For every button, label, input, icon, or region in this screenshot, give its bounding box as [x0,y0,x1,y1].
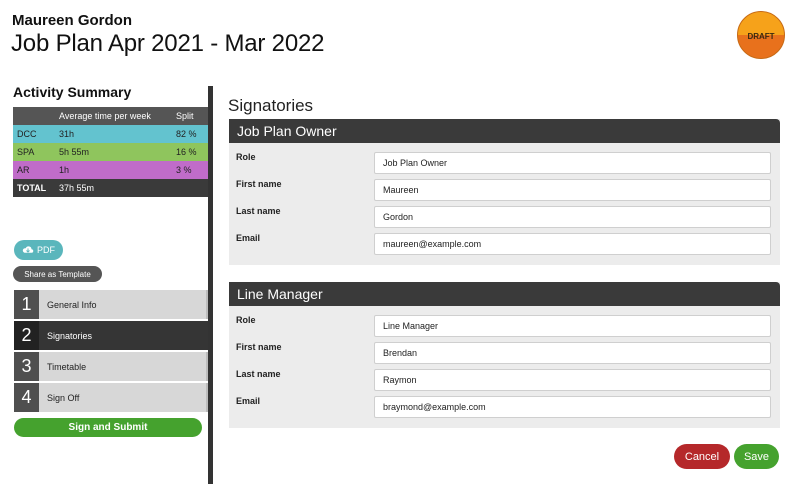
field-label: Email [236,396,261,406]
activity-summary-table: Average time per week Split DCC 31h 82 %… [13,107,208,197]
sign-and-submit-button[interactable]: Sign and Submit [14,418,202,437]
step-label: Signatories [47,330,93,341]
summary-total-split [172,179,208,197]
summary-col-split: Split [172,107,208,125]
field-label: Role [236,315,256,325]
step-general-info[interactable]: 1 General Info [14,290,209,319]
step-number: 2 [14,321,39,350]
owner-name: Maureen Gordon [12,12,133,29]
pdf-button[interactable]: PDF [14,240,63,260]
save-button[interactable]: Save [734,444,779,469]
field-label: Last name [236,206,281,216]
step-timetable[interactable]: 3 Timetable [14,352,209,381]
summary-split: 16 % [172,143,208,161]
field-label: Email [236,233,261,243]
summary-col-time: Average time per week [55,107,172,125]
owner-role-row: Role [229,152,780,174]
owner-role-input[interactable] [374,152,771,174]
summary-row-total: TOTAL 37h 55m [13,179,208,197]
owner-first-name-input[interactable] [374,179,771,201]
field-label: First name [236,342,282,352]
share-template-button[interactable]: Share as Template [13,266,102,282]
line-manager-card: Line Manager Role First name Last name E… [229,282,780,428]
activity-summary-title: Activity Summary [13,84,132,100]
step-number: 1 [14,290,39,319]
step-signatories[interactable]: 2 Signatories [14,321,209,350]
summary-row-spa: SPA 5h 55m 16 % [13,143,208,161]
owner-email-row: Email [229,233,780,255]
draft-badge-label: DRAFT [747,31,775,41]
step-label: General Info [47,299,97,310]
step-sign-off[interactable]: 4 Sign Off [14,383,209,412]
summary-row-dcc: DCC 31h 82 % [13,125,208,143]
summary-split: 3 % [172,161,208,179]
manager-email-row: Email [229,396,780,418]
page-title: Job Plan Apr 2021 - Mar 2022 [11,30,325,57]
owner-last-name-input[interactable] [374,206,771,228]
step-number: 4 [14,383,39,412]
manager-role-row: Role [229,315,780,337]
summary-code: DCC [13,125,55,143]
field-label: Last name [236,369,281,379]
pdf-button-label: PDF [37,245,55,255]
cloud-download-icon [22,246,34,253]
card-header: Line Manager [229,282,780,306]
summary-total-label: TOTAL [13,179,55,197]
summary-split: 82 % [172,125,208,143]
manager-last-name-row: Last name [229,369,780,391]
card-header: Job Plan Owner [229,119,780,143]
summary-code: SPA [13,143,55,161]
summary-time: 5h 55m [55,143,172,161]
owner-email-input[interactable] [374,233,771,255]
field-label: First name [236,179,282,189]
manager-first-name-row: First name [229,342,780,364]
panel-divider [208,86,213,484]
summary-code: AR [13,161,55,179]
cancel-button[interactable]: Cancel [674,444,730,469]
owner-last-name-row: Last name [229,206,780,228]
job-plan-owner-card: Job Plan Owner Role First name Last name… [229,119,780,265]
summary-time: 1h [55,161,172,179]
summary-time: 31h [55,125,172,143]
step-number: 3 [14,352,39,381]
step-label: Timetable [47,361,87,372]
step-label: Sign Off [47,392,80,403]
summary-header-row: Average time per week Split [13,107,208,125]
summary-total-time: 37h 55m [55,179,172,197]
panel-title: Signatories [228,96,314,115]
manager-last-name-input[interactable] [374,369,771,391]
owner-first-name-row: First name [229,179,780,201]
summary-row-ar: AR 1h 3 % [13,161,208,179]
manager-role-input[interactable] [374,315,771,337]
draft-badge: DRAFT [737,11,785,59]
field-label: Role [236,152,256,162]
manager-first-name-input[interactable] [374,342,771,364]
manager-email-input[interactable] [374,396,771,418]
summary-col-code [13,107,55,125]
